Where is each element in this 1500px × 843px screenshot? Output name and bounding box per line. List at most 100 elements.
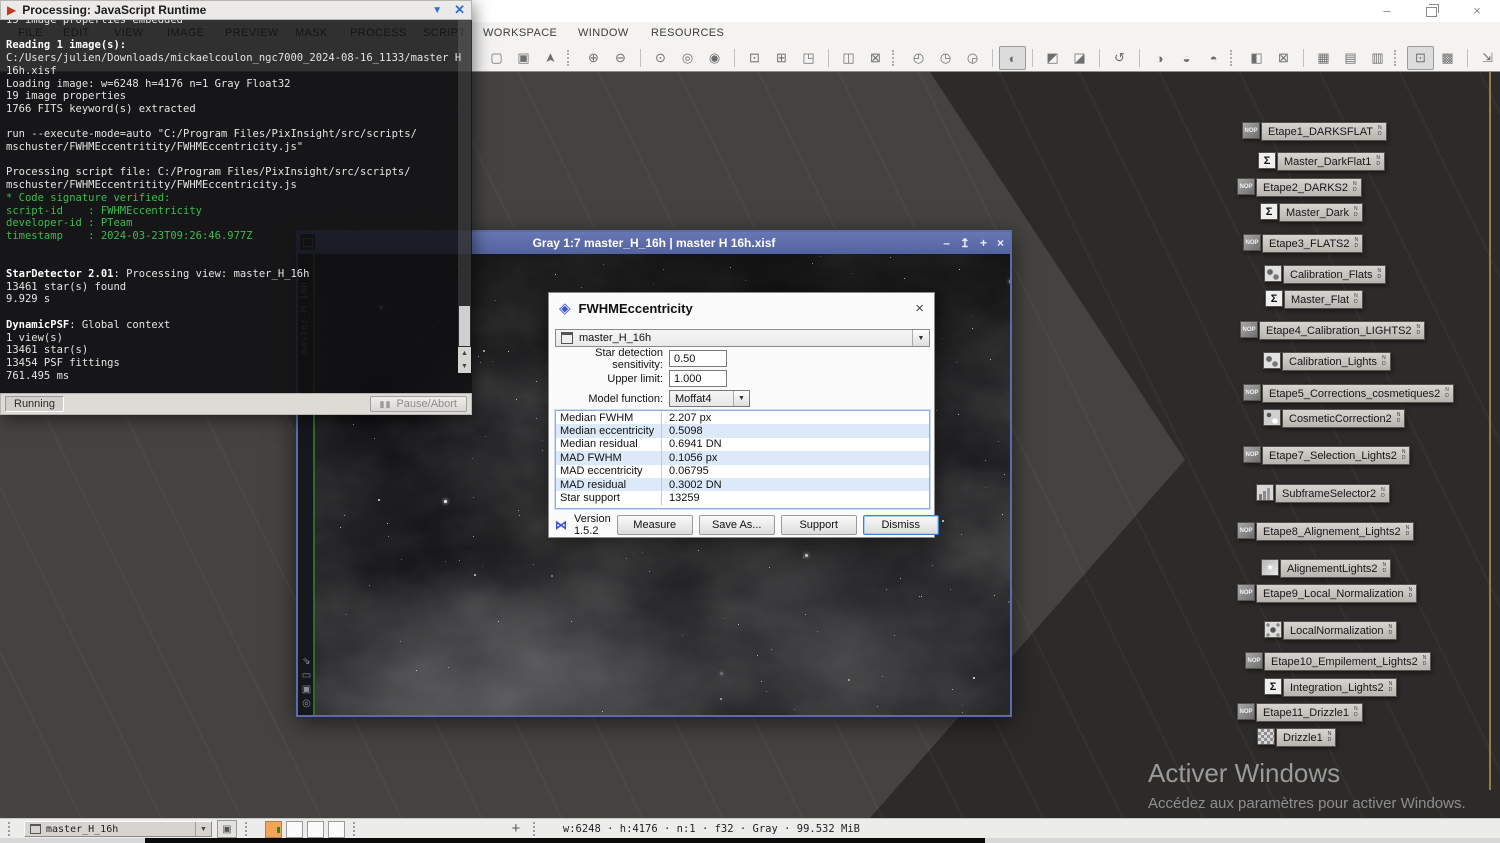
image-maximize-icon[interactable]: + bbox=[980, 236, 987, 250]
process-icon-Etape4_Calibration_LIGHTS2[interactable]: NOPEtape4_Calibration_LIGHTS2ND bbox=[1240, 321, 1425, 340]
process-icon-Etape11_Drizzle1[interactable]: NOPEtape11_Drizzle1ND bbox=[1237, 703, 1363, 722]
drag-handle[interactable] bbox=[353, 822, 361, 836]
workspace-square-3[interactable] bbox=[307, 821, 324, 838]
scroll-up-icon[interactable]: ▲ bbox=[458, 347, 471, 360]
split-view-icon[interactable]: ◫ bbox=[835, 46, 862, 70]
pause-abort-button[interactable]: ▮▮ Pause/Abort bbox=[370, 396, 467, 412]
drag-handle[interactable] bbox=[245, 822, 253, 836]
zoom-custom-icon[interactable]: ◉ bbox=[701, 46, 728, 70]
save-swap-icon[interactable]: ◩ bbox=[1039, 46, 1066, 70]
dock-left-icon[interactable]: ◧ bbox=[1243, 46, 1270, 70]
rotate-180-icon[interactable]: ◶ bbox=[959, 46, 986, 70]
workspace-square-1[interactable] bbox=[265, 821, 282, 838]
menu-item-window[interactable]: WINDOW bbox=[578, 27, 629, 39]
view-thumbnail-button[interactable]: ▣ bbox=[217, 820, 237, 838]
workspace-square-2[interactable] bbox=[286, 821, 303, 838]
mask-show-icon[interactable]: ▦ bbox=[1310, 46, 1337, 70]
preview-frame-icon[interactable]: ▭ bbox=[302, 670, 311, 681]
sensitivity-input[interactable]: 0.50 bbox=[669, 350, 727, 367]
dialog-titlebar[interactable]: ◈ FWHMEccentricity × bbox=[549, 293, 934, 323]
close-view-icon[interactable]: ⊠ bbox=[1270, 46, 1297, 70]
undo-icon[interactable]: ↺ bbox=[1106, 46, 1133, 70]
menu-item-resources[interactable]: RESOURCES bbox=[651, 27, 724, 39]
restore-swap-icon[interactable]: ◪ bbox=[1066, 46, 1093, 70]
mask-enable-icon[interactable]: ▤ bbox=[1337, 46, 1364, 70]
zoom-out-icon[interactable]: ⊖ bbox=[607, 46, 634, 70]
close-window-icon[interactable]: × bbox=[1462, 3, 1492, 19]
upper-limit-input[interactable]: 1.000 bbox=[669, 370, 727, 387]
dialog-close-icon[interactable]: × bbox=[915, 300, 924, 317]
fwhm-eccentricity-dialog[interactable]: ◈ FWHMEccentricity × master_H_16h ▼ Star… bbox=[548, 292, 935, 538]
new-image-icon[interactable]: ▢ bbox=[483, 46, 510, 70]
process-icon-Etape9_Local_Normalization[interactable]: NOPEtape9_Local_NormalizationND bbox=[1237, 584, 1417, 603]
process-icon-Etape5_Corrections_cosmetiques2[interactable]: NOPEtape5_Corrections_cosmetiques2ND bbox=[1243, 384, 1454, 403]
crop-icon[interactable]: ⊠ bbox=[862, 46, 889, 70]
process-icon-SubframeSelector2[interactable]: SubframeSelector2ND bbox=[1256, 484, 1390, 503]
console-titlebar[interactable]: ▶ Processing: JavaScript Runtime ▼ ✕ bbox=[0, 0, 472, 20]
console-menu-icon[interactable]: ▼ bbox=[432, 5, 442, 16]
process-icon-Integration_Lights2[interactable]: ΣIntegration_Lights2ND bbox=[1264, 678, 1397, 697]
pan-mode-icon[interactable]: + bbox=[507, 821, 525, 837]
screen-lut-icon[interactable]: ⊡ bbox=[1407, 46, 1434, 70]
drag-handle[interactable] bbox=[533, 822, 541, 836]
dynamic-preview-icon[interactable]: ⊞ bbox=[768, 46, 795, 70]
restore-window-icon[interactable] bbox=[1416, 3, 1446, 19]
dismiss-button[interactable]: Dismiss bbox=[863, 515, 939, 535]
console-scrollbar[interactable]: ▲ ▼ bbox=[458, 20, 471, 372]
open-image-icon[interactable]: ▣ bbox=[510, 46, 537, 70]
pointer-icon[interactable]: ➤ bbox=[539, 45, 563, 72]
duplicate-view-icon[interactable]: ▣ bbox=[302, 684, 311, 695]
measure-button[interactable]: Measure bbox=[617, 515, 693, 535]
scroll-down-icon[interactable]: ▼ bbox=[458, 360, 471, 373]
process-icon-Etape8_Alignement_Lights2[interactable]: NOPEtape8_Alignement_Lights2ND bbox=[1237, 522, 1414, 541]
process-icon-Etape2_DARKS2[interactable]: NOPEtape2_DARKS2ND bbox=[1237, 178, 1362, 197]
model-function-dropdown[interactable]: Moffat4 ▼ bbox=[669, 390, 750, 407]
new-preview-icon[interactable]: ◳ bbox=[795, 46, 822, 70]
process-icon-Calibration_Lights[interactable]: Calibration_LightsND bbox=[1263, 352, 1391, 371]
readout-mode-icon[interactable]: ◎ bbox=[302, 698, 311, 709]
support-button[interactable]: Support bbox=[781, 515, 857, 535]
image-minimize-icon[interactable]: – bbox=[943, 236, 950, 250]
zoom-in-icon[interactable]: ⊕ bbox=[580, 46, 607, 70]
process-icon-Etape3_FLATS2[interactable]: NOPEtape3_FLATS2ND bbox=[1243, 234, 1363, 253]
target-view-dropdown[interactable]: master_H_16h ▼ bbox=[555, 329, 930, 347]
active-view-dropdown[interactable]: master_H_16h ▼ bbox=[24, 821, 212, 837]
zoom-to-fit-icon[interactable]: ◎ bbox=[674, 46, 701, 70]
process-icon-CosmeticCorrection2[interactable]: CosmeticCorrection2ND bbox=[1263, 409, 1405, 428]
menu-item-workspace[interactable]: WORKSPACE bbox=[483, 27, 557, 39]
image-close-icon[interactable]: × bbox=[997, 236, 1004, 250]
console-output[interactable]: 15 image properties embedded Reading 1 i… bbox=[0, 20, 472, 393]
process-icon-Etape10_Empilement_Lights2[interactable]: NOPEtape10_Empilement_Lights2ND bbox=[1245, 652, 1431, 671]
select-preview-icon[interactable]: ⊡ bbox=[741, 46, 768, 70]
resize-mode-icon[interactable]: ⇘ bbox=[302, 656, 310, 667]
zoom-1-1-icon[interactable]: ⊙ bbox=[647, 46, 674, 70]
rotate-90ccw-icon[interactable]: ◷ bbox=[932, 46, 959, 70]
drag-handle[interactable] bbox=[8, 822, 16, 836]
process-icon-Etape1_DARKSFLAT[interactable]: NOPEtape1_DARKSFLATND bbox=[1242, 122, 1387, 141]
chevron-down-icon[interactable]: ▼ bbox=[912, 330, 929, 346]
process-icon-Master_DarkFlat1[interactable]: ΣMaster_DarkFlat1ND bbox=[1258, 152, 1385, 171]
process-icon-Etape7_Selection_Lights2[interactable]: NOPEtape7_Selection_Lights2ND bbox=[1243, 446, 1410, 465]
process-icon-LocalNormalization[interactable]: LocalNormalizationND bbox=[1264, 621, 1397, 640]
process-icon-Master_Flat[interactable]: ΣMaster_FlatND bbox=[1265, 290, 1363, 309]
process-icon-Calibration_Flats[interactable]: Calibration_FlatsND bbox=[1264, 265, 1386, 284]
chevron-down-icon[interactable]: ▼ bbox=[195, 822, 211, 836]
image-shade-icon[interactable]: ↥ bbox=[960, 236, 970, 250]
mask-invert-icon[interactable]: ▥ bbox=[1364, 46, 1391, 70]
fit-window-icon[interactable]: ⇲ bbox=[1474, 46, 1500, 70]
rotate-90cw-icon[interactable]: ◴ bbox=[905, 46, 932, 70]
console-close-icon[interactable]: ✕ bbox=[454, 2, 465, 18]
process-console-window[interactable]: 15 image properties embedded Reading 1 i… bbox=[0, 0, 472, 415]
history-prev-icon[interactable]: ◑ bbox=[1146, 46, 1173, 70]
process-icon-Master_Dark[interactable]: ΣMaster_DarkND bbox=[1260, 203, 1363, 222]
scrollbar-thumb[interactable] bbox=[459, 306, 470, 346]
chevron-down-icon[interactable]: ▼ bbox=[733, 391, 749, 406]
workspace-square-4[interactable] bbox=[328, 821, 345, 838]
save-as-button[interactable]: Save As... bbox=[699, 515, 775, 535]
history-explorer-icon[interactable]: ◒ bbox=[1173, 46, 1200, 70]
screen-24bit-icon[interactable]: ▩ bbox=[1434, 46, 1461, 70]
process-icon-AlignementLights2[interactable]: ★AlignementLights2ND bbox=[1261, 559, 1391, 578]
minimize-window-icon[interactable]: – bbox=[1372, 3, 1402, 19]
stf-autostretch-icon[interactable]: ◐ bbox=[999, 46, 1026, 70]
process-icon-Drizzle1[interactable]: Drizzle1ND bbox=[1257, 728, 1336, 747]
